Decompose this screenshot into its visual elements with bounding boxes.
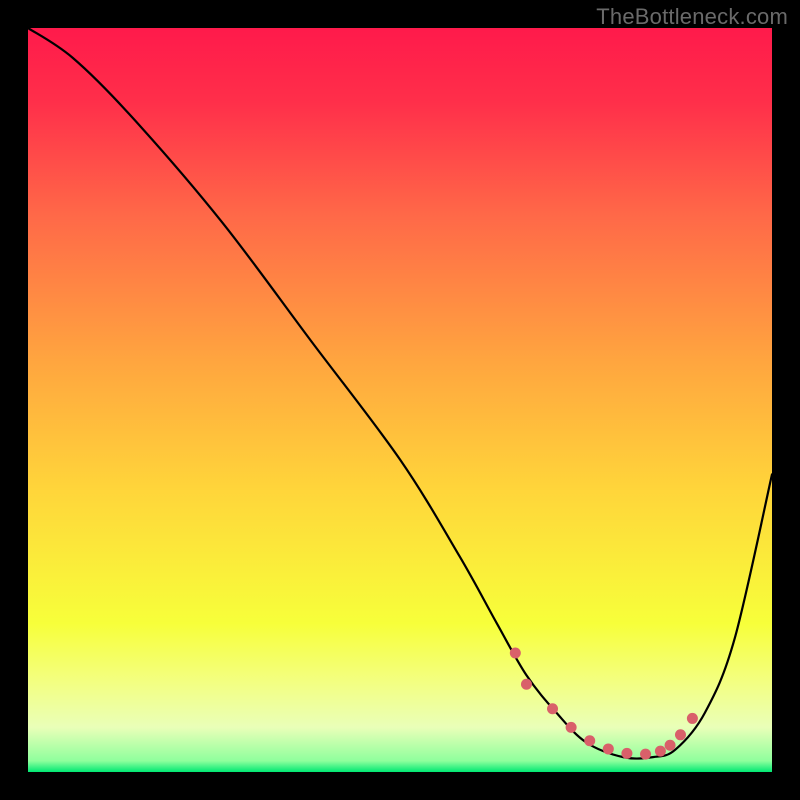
optimal-dot — [655, 746, 666, 757]
optimal-dot — [547, 703, 558, 714]
optimal-dot — [675, 729, 686, 740]
optimal-dot — [603, 743, 614, 754]
optimal-dot — [665, 740, 676, 751]
optimal-dot — [510, 647, 521, 658]
watermark-label: TheBottleneck.com — [596, 4, 788, 30]
stage: TheBottleneck.com — [0, 0, 800, 800]
optimal-dot — [640, 749, 651, 760]
optimal-dot — [687, 713, 698, 724]
gradient-background — [28, 28, 772, 772]
plot-area — [28, 28, 772, 772]
optimal-dot — [566, 722, 577, 733]
optimal-dot — [584, 735, 595, 746]
chart-svg — [28, 28, 772, 772]
optimal-dot — [521, 679, 532, 690]
optimal-dot — [621, 748, 632, 759]
